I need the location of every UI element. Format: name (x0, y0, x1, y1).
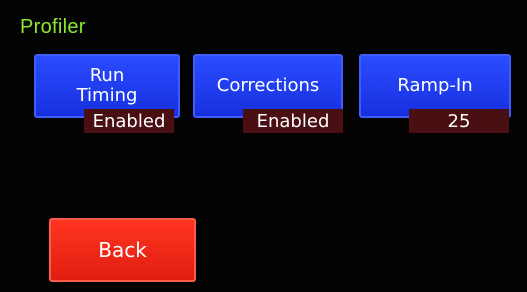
ramp-in-value: 25 (409, 109, 509, 133)
page-title: Profiler (20, 16, 86, 38)
profiler-screen: Profiler Run Timing Enabled Corrections … (0, 0, 527, 292)
corrections-value: Enabled (243, 109, 343, 133)
run-timing-value: Enabled (84, 109, 174, 133)
back-button[interactable]: Back (49, 218, 196, 282)
